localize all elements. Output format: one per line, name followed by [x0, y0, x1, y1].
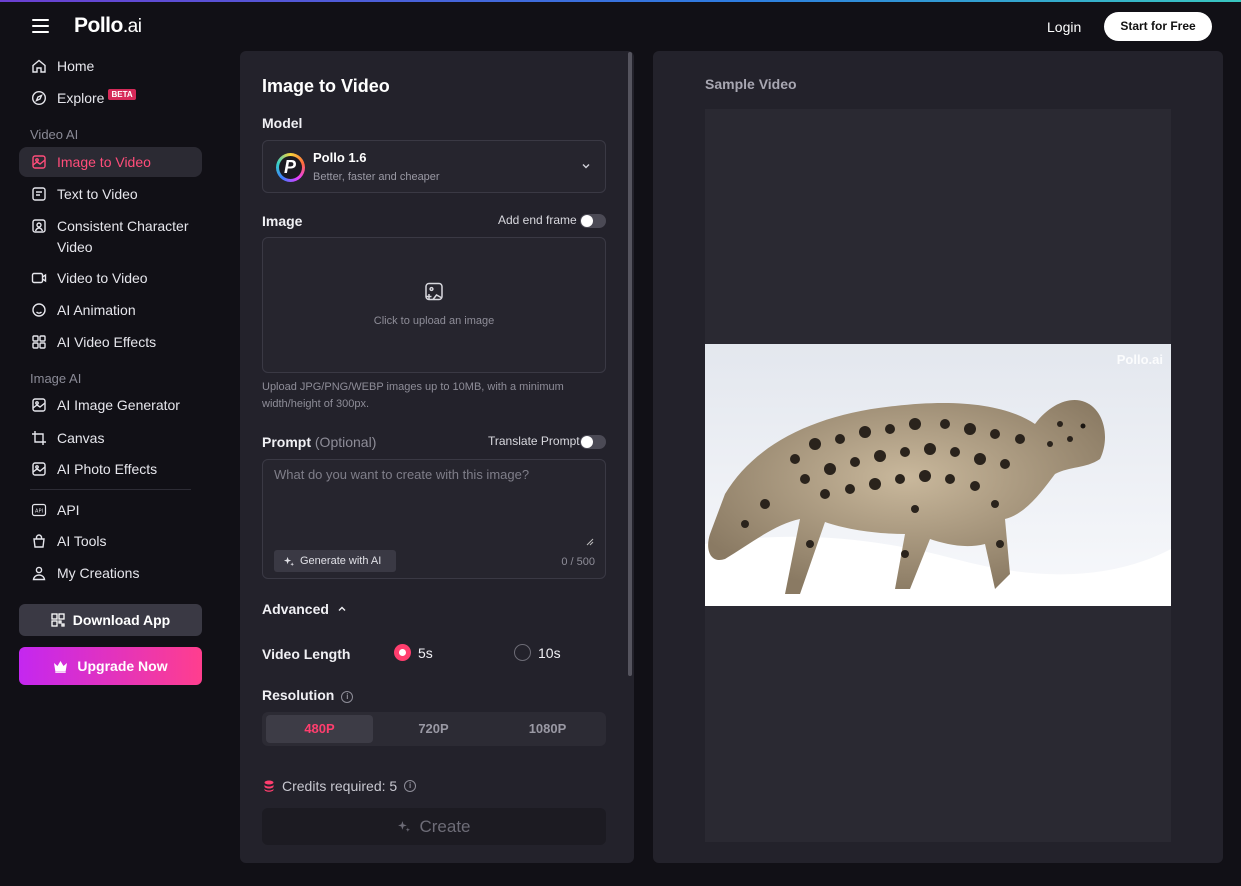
resolution-label: Resolution i [262, 687, 354, 703]
length-10s-radio[interactable] [514, 644, 531, 661]
start-for-free-button[interactable]: Start for Free [1104, 12, 1212, 41]
length-5s-label: 5s [418, 645, 433, 661]
sidebar: Home Explore BETA Video AI Image to Vide… [0, 52, 220, 886]
section-label-image-ai: Image AI [30, 371, 82, 386]
video-icon [31, 272, 47, 284]
upload-hint: Upload JPG/PNG/WEBP images up to 10MB, w… [262, 381, 564, 410]
sidebar-divider [30, 489, 191, 490]
sidebar-item-api[interactable]: API API [19, 495, 202, 525]
sample-video-label: Sample Video [705, 76, 797, 92]
length-10s-label: 10s [538, 645, 561, 661]
beta-badge: BETA [108, 88, 136, 100]
sidebar-item-home[interactable]: Home [19, 51, 202, 81]
sidebar-item-ai-tools[interactable]: AI Tools [19, 526, 202, 556]
video-length-label: Video Length [262, 646, 351, 662]
header: Pollo.ai Login Start for Free [0, 0, 1241, 52]
translate-prompt-label: Translate Prompt [488, 434, 580, 448]
effects-grid-icon [32, 335, 46, 349]
user-creations-icon [32, 566, 46, 581]
coins-icon [264, 780, 274, 792]
image-video-icon [32, 155, 46, 169]
advanced-toggle[interactable]: Advanced [262, 601, 347, 617]
image-upload-icon [425, 282, 443, 301]
prompt-box: Generate with AI 0 / 500 [262, 459, 606, 579]
resolution-480p[interactable]: 480P [266, 715, 373, 743]
create-button[interactable]: Create [262, 808, 606, 845]
home-icon [32, 59, 46, 73]
image-generator-icon [32, 398, 46, 412]
sidebar-item-ai-photo-effects[interactable]: AI Photo Effects [19, 454, 202, 484]
pollo-model-logo: P [276, 153, 305, 182]
sidebar-item-image-to-video[interactable]: Image to Video [19, 147, 202, 177]
download-app-button[interactable]: Download App [19, 604, 202, 636]
sidebar-item-my-creations[interactable]: My Creations [19, 558, 202, 588]
chevron-up-icon [338, 606, 346, 611]
credits-required: Credits required: 5 i [264, 778, 417, 794]
crown-icon [54, 660, 68, 673]
form-scrollbar[interactable] [628, 52, 632, 676]
photo-effects-icon [32, 462, 46, 476]
compass-icon [31, 90, 47, 106]
text-video-icon [32, 187, 46, 201]
sidebar-item-video-to-video[interactable]: Video to Video [19, 263, 202, 293]
crop-icon [32, 431, 46, 445]
character-icon [32, 219, 46, 233]
svg-text:API: API [35, 508, 43, 514]
sidebar-item-text-to-video[interactable]: Text to Video [19, 179, 202, 209]
prompt-label: Prompt (Optional) [262, 434, 377, 450]
api-icon: API [31, 503, 47, 517]
add-end-frame-toggle[interactable] [580, 214, 606, 228]
sidebar-item-ai-video-effects[interactable]: AI Video Effects [19, 327, 202, 357]
sidebar-item-ai-animation[interactable]: AI Animation [19, 295, 202, 325]
page-title: Image to Video [262, 76, 390, 96]
model-select[interactable]: P Pollo 1.6 Better, faster and cheaper [262, 140, 606, 193]
length-5s-radio[interactable] [394, 644, 411, 661]
qr-code-icon [51, 613, 65, 627]
model-label: Model [262, 115, 303, 131]
sidebar-item-ai-image-generator[interactable]: AI Image Generator [19, 390, 202, 420]
char-counter: 0 / 500 [561, 556, 595, 568]
sparkle-icon [283, 556, 294, 566]
sidebar-item-consistent-character-video[interactable]: Consistent Character Video [19, 210, 202, 256]
sidebar-item-explore[interactable]: Explore BETA [19, 83, 202, 113]
sample-video-player[interactable]: Pollo.ai [705, 109, 1171, 842]
add-end-frame-label: Add end frame [498, 213, 577, 227]
resolution-720p[interactable]: 720P [380, 715, 487, 743]
preview-panel: Sample Video Pollo.ai [653, 51, 1223, 863]
sidebar-item-canvas[interactable]: Canvas [19, 423, 202, 453]
resolution-selector: 480P 720P 1080P [262, 712, 606, 746]
tools-icon [33, 534, 45, 548]
animation-icon [32, 303, 46, 317]
chevron-down-icon [582, 164, 590, 169]
generation-form-panel: Image to Video Model P Pollo 1.6 Better,… [240, 51, 634, 863]
image-upload-area[interactable]: Click to upload an image [262, 237, 606, 373]
credits-info-icon[interactable]: i [404, 780, 417, 792]
snow-leopard-image [705, 344, 1171, 606]
model-description: Better, faster and cheaper [313, 171, 440, 183]
model-name: Pollo 1.6 [313, 150, 367, 165]
generate-with-ai-button[interactable]: Generate with AI [274, 550, 396, 572]
sample-video-frame-snow-leopard: Pollo.ai [705, 344, 1171, 606]
image-label: Image [262, 213, 303, 229]
prompt-input[interactable] [263, 460, 605, 550]
logo[interactable]: Pollo.ai [74, 14, 142, 38]
resolution-1080p[interactable]: 1080P [494, 715, 601, 743]
section-label-video-ai: Video AI [30, 127, 79, 142]
translate-prompt-toggle[interactable] [580, 435, 606, 449]
sparkle-icon [398, 821, 411, 832]
login-link[interactable]: Login [1047, 19, 1081, 35]
info-icon[interactable]: i [341, 691, 354, 703]
upload-prompt-text: Click to upload an image [373, 315, 495, 327]
resize-handle-icon[interactable] [586, 538, 594, 546]
menu-icon[interactable] [32, 19, 49, 33]
upgrade-now-button[interactable]: Upgrade Now [19, 647, 202, 685]
pollo-watermark: Pollo.ai [1116, 352, 1163, 367]
